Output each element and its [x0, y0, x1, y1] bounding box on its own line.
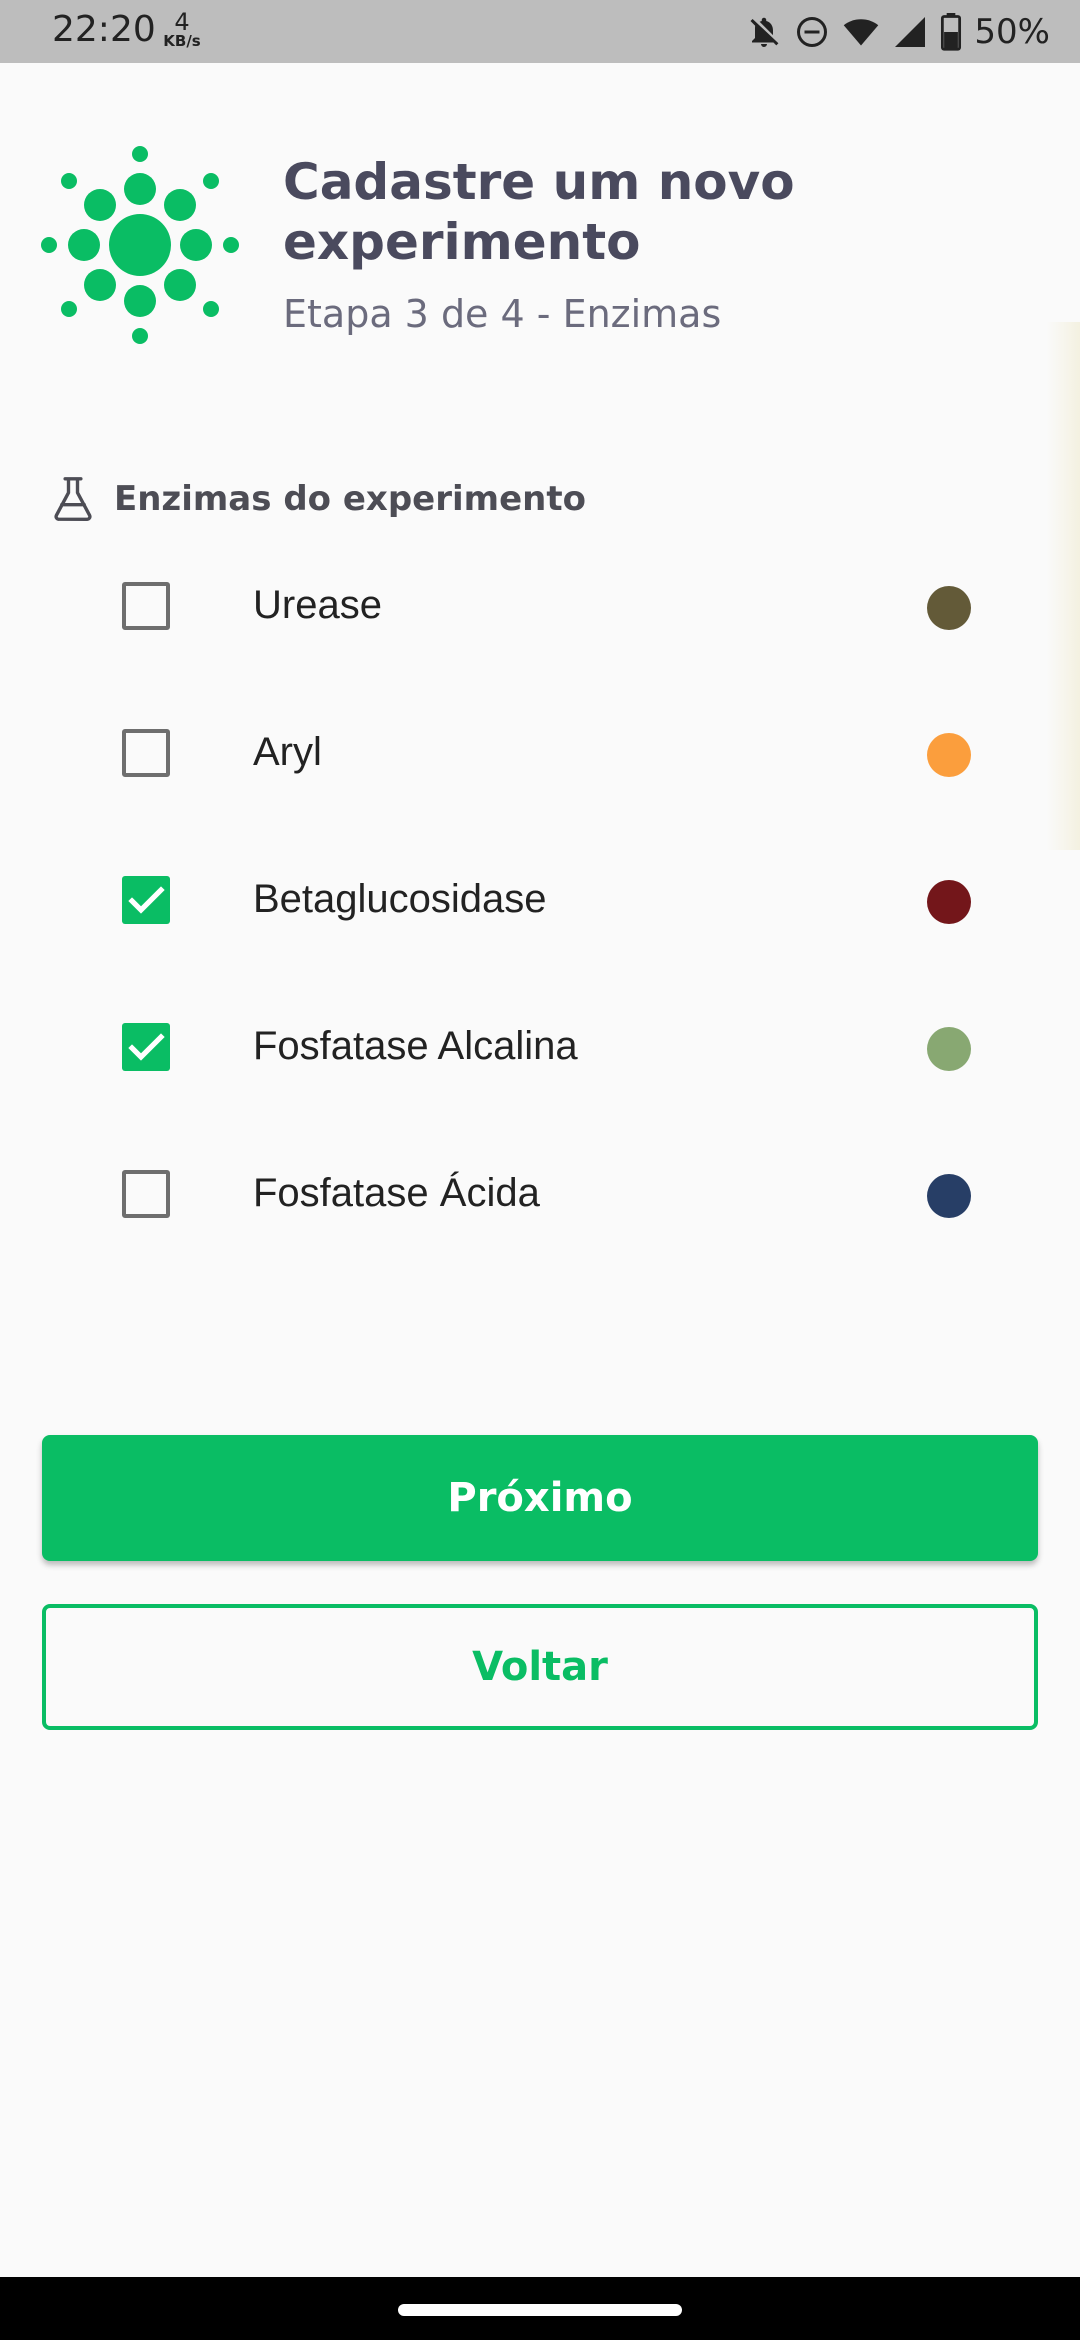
wifi-icon: [844, 19, 879, 46]
do-not-disturb-icon: [797, 17, 828, 47]
enzyme-row-betaglucosidase[interactable]: Betaglucosidase: [0, 847, 1080, 994]
section-header: Enzimas do experimento: [46, 472, 586, 526]
network-speed: 4 KB/s: [160, 10, 204, 49]
enzyme-row-fosfatase-acida[interactable]: Fosfatase Ácida: [0, 1141, 1080, 1288]
enzyme-label: Fosfatase Alcalina: [253, 1024, 578, 1068]
enzyme-label: Urease: [253, 583, 382, 627]
home-gesture-handle[interactable]: [398, 2304, 682, 2316]
enzyme-color-dot: [927, 1027, 971, 1071]
enzyme-label: Fosfatase Ácida: [253, 1171, 540, 1215]
battery-icon: [941, 13, 962, 51]
page-subtitle: Etapa 3 de 4 - Enzimas: [283, 292, 722, 336]
enzyme-checkbox[interactable]: [122, 1023, 170, 1071]
page-title: Cadastre um novo experimento: [283, 153, 795, 271]
enzyme-color-dot: [927, 880, 971, 924]
enzyme-color-dot: [927, 1174, 971, 1218]
enzyme-checkbox[interactable]: [122, 1170, 170, 1218]
check-icon: [128, 886, 165, 914]
green-sun-logo-icon: [41, 146, 239, 344]
enzyme-label: Betaglucosidase: [253, 877, 547, 921]
enzyme-checkbox[interactable]: [122, 582, 170, 630]
screen: 22:20 4 KB/s 50% Cadastre um novo experi…: [0, 0, 1080, 2340]
network-speed-unit: KB/s: [163, 32, 201, 50]
cell-signal-icon: [895, 17, 926, 47]
check-icon: [128, 1033, 165, 1061]
enzyme-color-dot: [927, 733, 971, 777]
network-speed-value: 4: [174, 8, 190, 36]
enzyme-checkbox[interactable]: [122, 876, 170, 924]
flask-icon: [54, 477, 92, 521]
status-icons: 50%: [746, 10, 1050, 54]
back-button[interactable]: Voltar: [42, 1604, 1038, 1730]
enzyme-list: Urease Aryl Betaglucosidase Fosfatase Al…: [0, 553, 1080, 1288]
battery-percent: 50%: [974, 12, 1050, 52]
status-bar: 22:20 4 KB/s 50%: [0, 0, 1080, 63]
enzyme-color-dot: [927, 586, 971, 630]
enzyme-row-aryl[interactable]: Aryl: [0, 700, 1080, 847]
enzyme-checkbox[interactable]: [122, 729, 170, 777]
status-time: 22:20: [52, 9, 156, 50]
next-button[interactable]: Próximo: [42, 1435, 1038, 1561]
enzyme-row-fosfatase-alcalina[interactable]: Fosfatase Alcalina: [0, 994, 1080, 1141]
section-title: Enzimas do experimento: [114, 479, 586, 519]
notifications-off-icon: [750, 17, 779, 47]
enzyme-label: Aryl: [253, 730, 322, 774]
enzyme-row-urease[interactable]: Urease: [0, 553, 1080, 700]
